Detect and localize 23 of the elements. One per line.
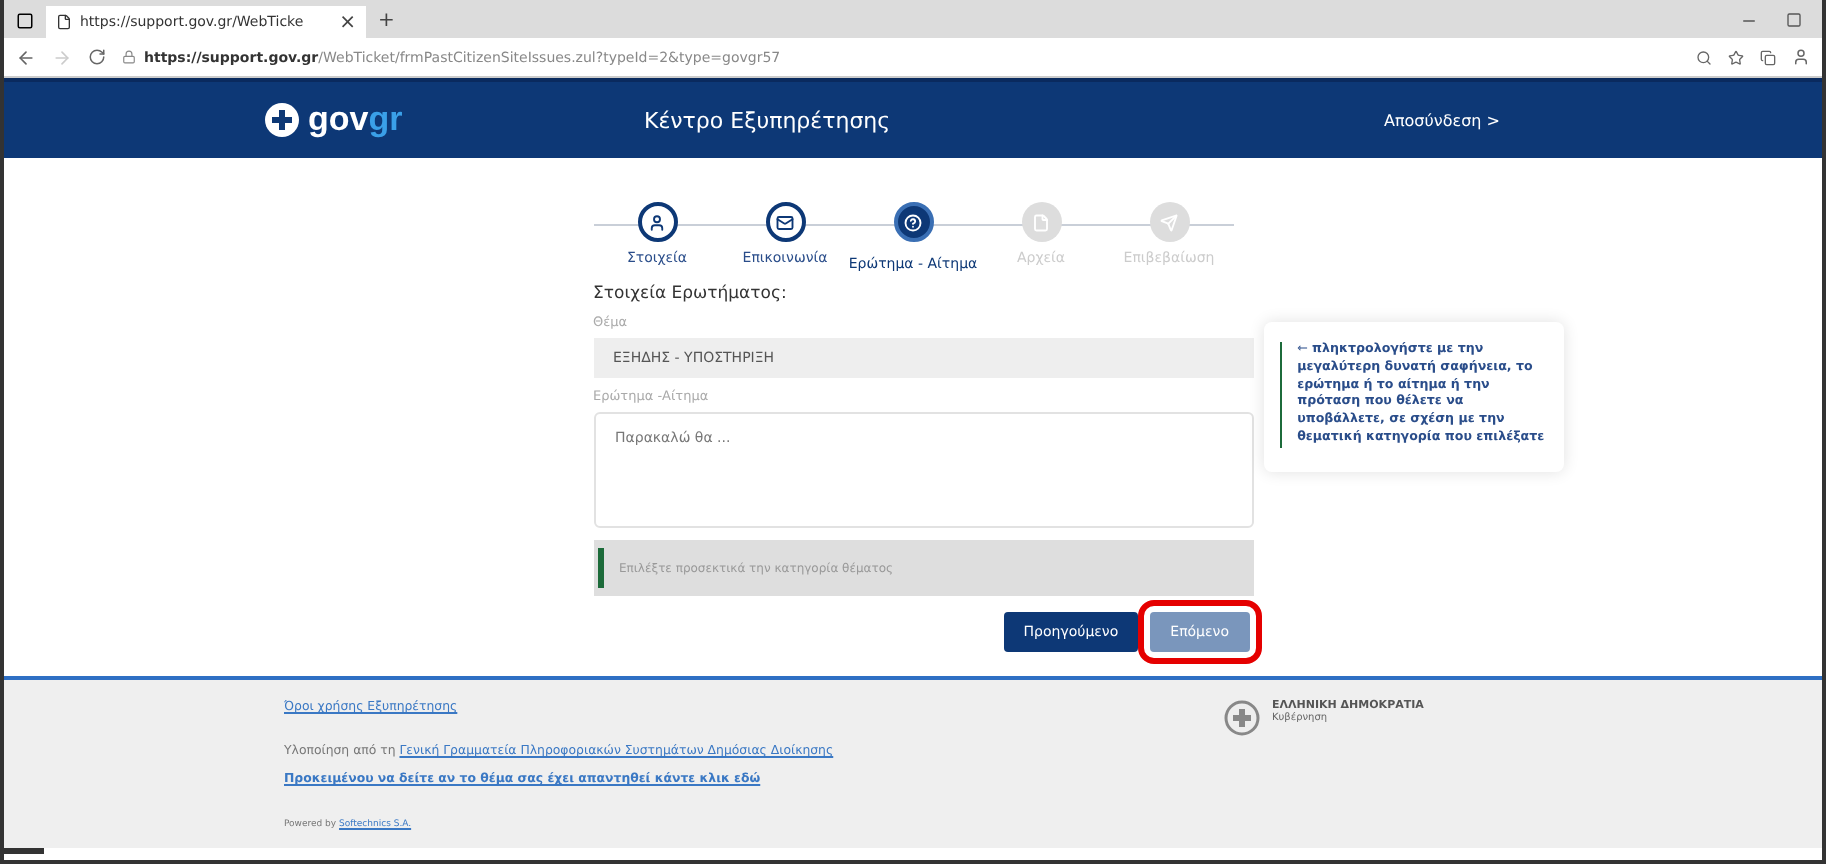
page-icon — [56, 14, 72, 30]
logo: govgr — [308, 100, 403, 140]
favorite-icon[interactable] — [1728, 49, 1744, 65]
back-icon[interactable] — [16, 47, 36, 67]
emblem-icon — [1224, 700, 1260, 736]
lock-icon — [122, 50, 136, 64]
send-icon — [1160, 213, 1178, 231]
section-heading: Στοιχεία Ερωτήματος: — [593, 284, 789, 304]
collections-icon[interactable] — [1760, 49, 1776, 65]
file-icon — [1032, 213, 1050, 231]
mail-icon — [776, 213, 794, 231]
tab-actions-icon[interactable] — [16, 12, 34, 30]
reload-icon[interactable] — [88, 48, 106, 66]
maximize-icon[interactable] — [1786, 12, 1802, 28]
new-tab-button[interactable]: + — [378, 10, 395, 32]
question-icon — [904, 213, 922, 231]
profile-icon[interactable] — [1792, 48, 1810, 66]
tab-close-button[interactable]: × — [339, 11, 356, 33]
logout-link[interactable]: Αποσύνδεση > — [1384, 111, 1500, 129]
person-icon — [648, 213, 666, 231]
search-icon[interactable] — [1696, 49, 1712, 65]
emblem-icon — [264, 102, 300, 138]
page-title: Κέντρο Εξυπηρέτησης — [644, 107, 893, 133]
